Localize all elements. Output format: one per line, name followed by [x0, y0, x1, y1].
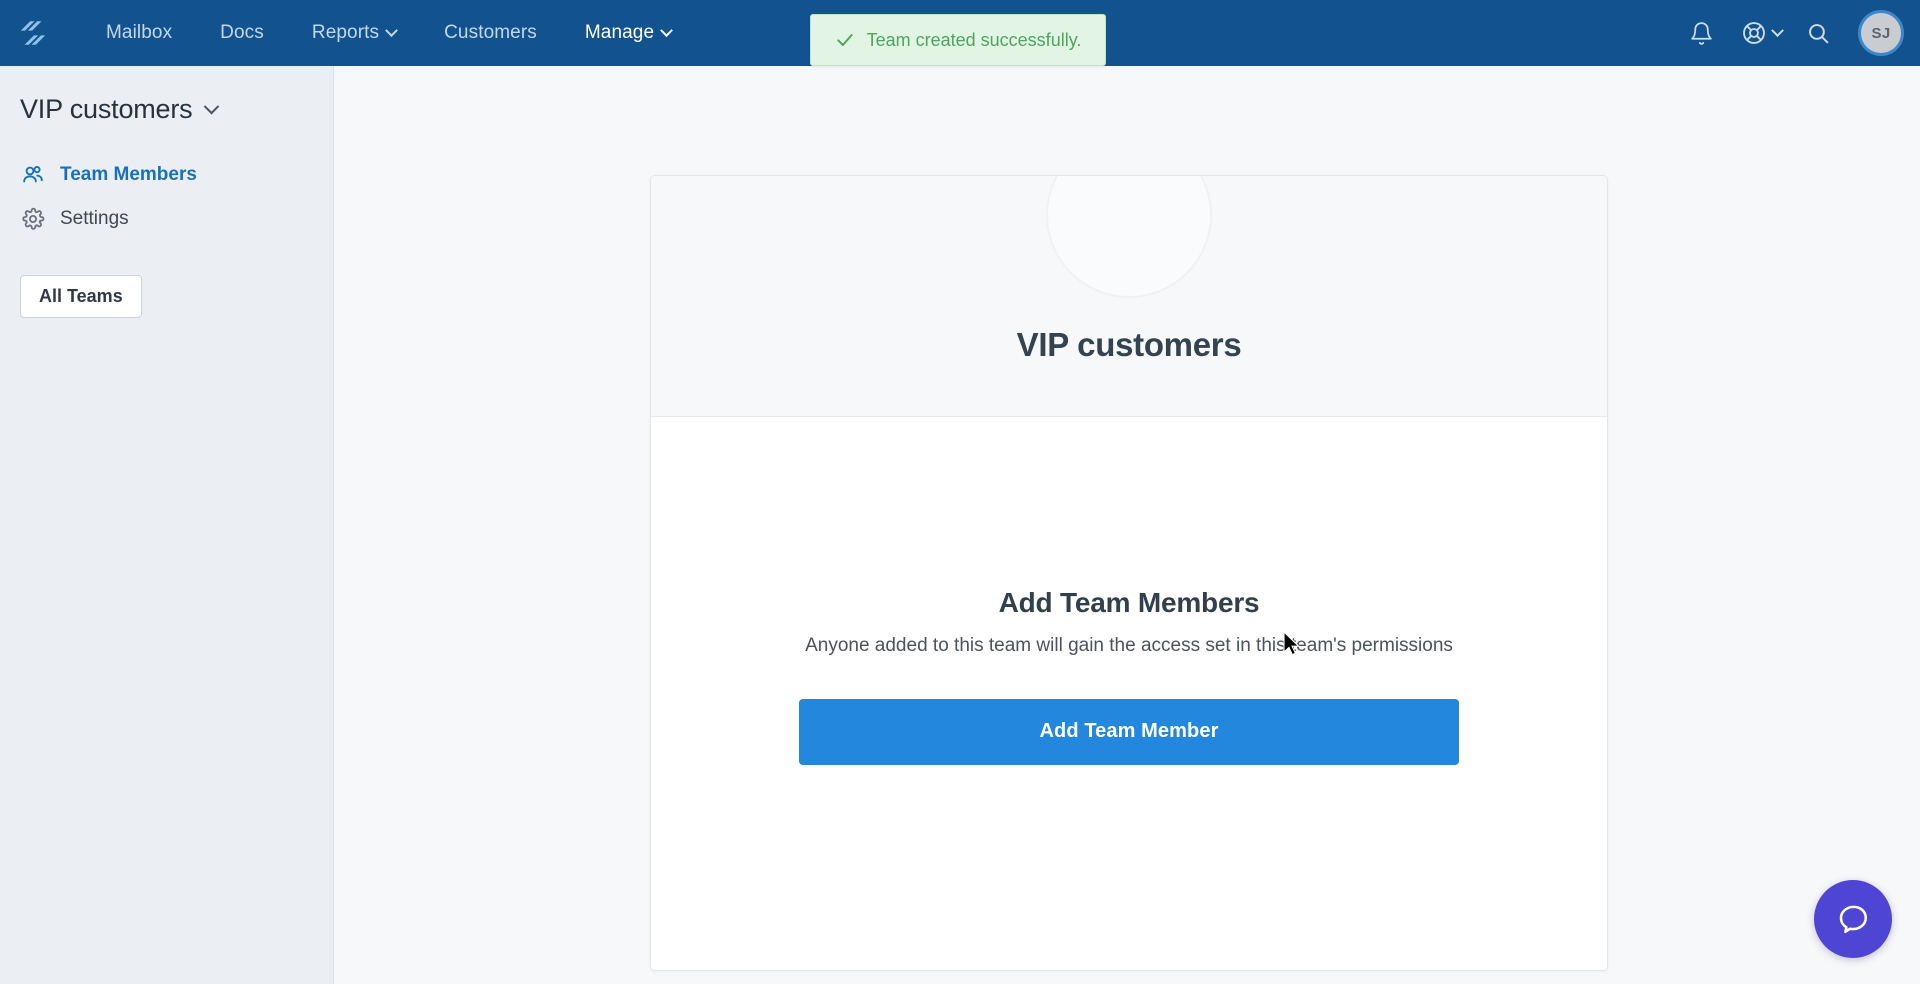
nav-link-manage-label: Manage [584, 22, 655, 43]
helpscout-logo-icon [20, 21, 46, 45]
user-avatar[interactable]: SJ [1858, 10, 1904, 56]
empty-state-description: Anyone added to this team will gain the … [805, 634, 1453, 656]
people-icon [20, 162, 46, 188]
nav-link-mailbox[interactable]: Mailbox [82, 0, 196, 66]
nav-link-docs-label: Docs [220, 22, 264, 43]
sidebar-item-settings-label: Settings [60, 208, 129, 229]
chevron-down-icon [1771, 23, 1784, 37]
nav-link-mailbox-label: Mailbox [106, 22, 173, 43]
success-toast-message: Team created successfully. [866, 29, 1082, 50]
chat-widget-button[interactable] [1814, 880, 1892, 958]
notifications-button[interactable] [1675, 7, 1727, 59]
lifebuoy-icon [1743, 22, 1765, 44]
nav-link-docs[interactable]: Docs [196, 0, 288, 66]
main-content: VIP customers Add Team Members Anyone ad… [334, 66, 1920, 984]
bell-icon [1690, 21, 1712, 45]
check-icon [836, 34, 853, 46]
team-card: VIP customers Add Team Members Anyone ad… [650, 175, 1608, 971]
team-switcher-label: VIP customers [20, 94, 193, 124]
nav-link-manage[interactable]: Manage [561, 0, 695, 66]
search-button[interactable] [1792, 7, 1844, 59]
add-team-member-button[interactable]: Add Team Member [799, 698, 1459, 765]
sidebar-item-team-members[interactable]: Team Members [0, 153, 333, 197]
team-avatar-placeholder-icon [1046, 176, 1212, 298]
nav-link-reports-label: Reports [311, 22, 380, 43]
chevron-down-icon [660, 23, 674, 37]
team-sidebar: VIP customers Team Members Settings All … [0, 66, 334, 984]
chevron-down-icon [204, 98, 220, 115]
help-menu-button[interactable] [1731, 20, 1788, 46]
helpscout-logo[interactable] [0, 0, 66, 66]
page-title: VIP customers [1016, 326, 1242, 363]
sidebar-item-team-members-label: Team Members [60, 164, 197, 185]
nav-link-reports[interactable]: Reports [288, 0, 420, 66]
primary-nav-links: Mailbox Docs Reports Customers Manage [82, 0, 695, 66]
chevron-down-icon [385, 23, 398, 37]
team-card-header: VIP customers [651, 176, 1607, 417]
user-avatar-initials: SJ [1871, 24, 1891, 42]
empty-state: Add Team Members Anyone added to this te… [651, 417, 1607, 970]
nav-link-customers[interactable]: Customers [420, 0, 561, 66]
nav-right-actions: SJ [1675, 0, 1904, 66]
nav-link-customers-label: Customers [444, 22, 537, 43]
success-toast: Team created successfully. [810, 14, 1106, 66]
chat-bubble-icon [1839, 905, 1868, 934]
all-teams-button[interactable]: All Teams [20, 275, 142, 318]
sidebar-nav: Team Members Settings [0, 153, 333, 241]
sidebar-item-settings[interactable]: Settings [0, 197, 333, 241]
empty-state-heading: Add Team Members [998, 586, 1260, 618]
search-icon [1808, 23, 1828, 43]
gear-icon [20, 206, 46, 232]
team-switcher[interactable]: VIP customers [0, 88, 333, 125]
